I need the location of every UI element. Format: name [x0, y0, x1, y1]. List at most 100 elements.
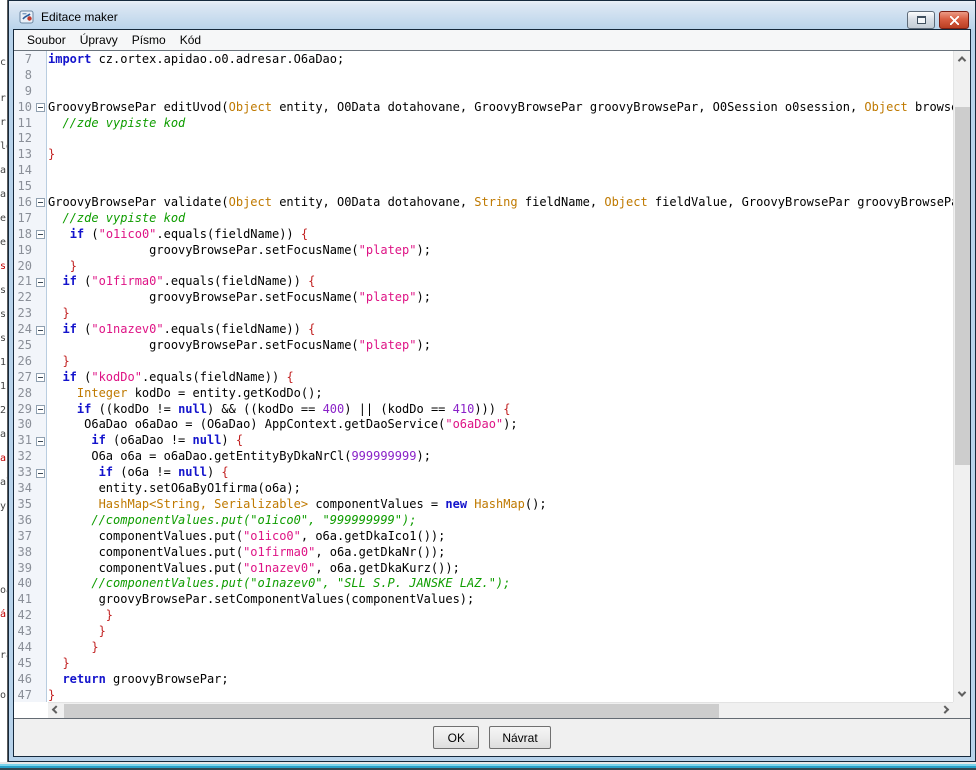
code-text[interactable]: }: [48, 354, 70, 370]
code-text[interactable]: if (o6aDao != null) {: [48, 433, 243, 449]
code-line[interactable]: 47}: [14, 688, 953, 702]
vertical-scrollbar[interactable]: [953, 51, 970, 702]
code-text[interactable]: }: [48, 640, 99, 656]
fold-collapse-icon[interactable]: [36, 103, 45, 112]
fold-collapse-icon[interactable]: [36, 373, 45, 382]
code-line[interactable]: 21 if ("o1firma0".equals(fieldName)) {: [14, 274, 953, 290]
code-line[interactable]: 38 componentValues.put("o1firma0", o6a.g…: [14, 545, 953, 561]
code-text[interactable]: if ("o1ico0".equals(fieldName)) {: [48, 227, 308, 243]
code-line[interactable]: 43 }: [14, 624, 953, 640]
code-line[interactable]: 17 //zde vypiste kod: [14, 211, 953, 227]
fold-collapse-icon[interactable]: [36, 405, 45, 414]
code-line[interactable]: 36 //componentValues.put("o1ico0", "9999…: [14, 513, 953, 529]
code-text[interactable]: }: [48, 147, 55, 163]
close-button[interactable]: [939, 11, 969, 29]
code-text[interactable]: }: [48, 259, 77, 275]
code-line[interactable]: 35 HashMap<String, Serializable> compone…: [14, 497, 953, 513]
code-text[interactable]: groovyBrowsePar.setFocusName("platep");: [48, 290, 431, 306]
app-icon[interactable]: [19, 9, 35, 25]
code-line[interactable]: 19 groovyBrowsePar.setFocusName("platep"…: [14, 243, 953, 259]
code-text[interactable]: }: [48, 608, 113, 624]
code-line[interactable]: 27 if ("kodDo".equals(fieldName)) {: [14, 370, 953, 386]
code-text[interactable]: Integer kodDo = entity.getKodDo();: [48, 386, 323, 402]
scroll-down-button[interactable]: [954, 686, 970, 702]
code-line[interactable]: 30 O6aDao o6aDao = (O6aDao) AppContext.g…: [14, 417, 953, 433]
menu-item-pismo[interactable]: Písmo: [125, 31, 173, 49]
fold-collapse-icon[interactable]: [36, 198, 45, 207]
code-line[interactable]: 20 }: [14, 259, 953, 275]
code-line[interactable]: 24 if ("o1nazev0".equals(fieldName)) {: [14, 322, 953, 338]
code-line[interactable]: 34 entity.setO6aByO1firma(o6a);: [14, 481, 953, 497]
code-text[interactable]: groovyBrowsePar.setFocusName("platep");: [48, 243, 431, 259]
code-line[interactable]: 11 //zde vypiste kod: [14, 116, 953, 132]
code-line[interactable]: 8: [14, 68, 953, 84]
code-text[interactable]: return groovyBrowsePar;: [48, 672, 229, 688]
titlebar[interactable]: Editace maker: [13, 5, 971, 29]
fold-collapse-icon[interactable]: [36, 469, 45, 478]
code-line[interactable]: 23 }: [14, 306, 953, 322]
vertical-scrollbar-thumb[interactable]: [955, 107, 970, 465]
horizontal-scrollbar[interactable]: [48, 702, 953, 718]
code-text[interactable]: GroovyBrowsePar editUvod(Object entity, …: [48, 100, 953, 116]
menu-item-kod[interactable]: Kód: [173, 31, 208, 49]
horizontal-scrollbar-thumb[interactable]: [64, 704, 719, 718]
code-text[interactable]: import cz.ortex.apidao.o0.adresar.O6aDao…: [48, 52, 344, 68]
code-line[interactable]: 40 //componentValues.put("o1nazev0", "SL…: [14, 576, 953, 592]
code-text[interactable]: //zde vypiste kod: [48, 211, 185, 227]
code-line[interactable]: 16GroovyBrowsePar validate(Object entity…: [14, 195, 953, 211]
code-line[interactable]: 41 groovyBrowsePar.setComponentValues(co…: [14, 592, 953, 608]
code-text[interactable]: if ("kodDo".equals(fieldName)) {: [48, 370, 294, 386]
code-text[interactable]: GroovyBrowsePar validate(Object entity, …: [48, 195, 953, 211]
code-text[interactable]: groovyBrowsePar.setComponentValues(compo…: [48, 592, 474, 608]
code-line[interactable]: 39 componentValues.put("o1nazev0", o6a.g…: [14, 561, 953, 577]
fold-collapse-icon[interactable]: [36, 278, 45, 287]
code-text[interactable]: componentValues.put("o1ico0", o6a.getDka…: [48, 529, 445, 545]
code-line[interactable]: 15: [14, 179, 953, 195]
code-line[interactable]: 14: [14, 163, 953, 179]
code-text[interactable]: if (o6a != null) {: [48, 465, 229, 481]
menu-item-upravy[interactable]: Úpravy: [73, 31, 125, 49]
code-line[interactable]: 29 if ((kodDo != null) && ((kodDo == 400…: [14, 402, 953, 418]
code-viewport[interactable]: 7import cz.ortex.apidao.o0.adresar.O6aDa…: [14, 51, 953, 702]
code-line[interactable]: 22 groovyBrowsePar.setFocusName("platep"…: [14, 290, 953, 306]
fold-collapse-icon[interactable]: [36, 437, 45, 446]
code-text[interactable]: groovyBrowsePar.setFocusName("platep");: [48, 338, 431, 354]
code-text[interactable]: HashMap<String, Serializable> componentV…: [48, 497, 547, 513]
navrat-button[interactable]: Návrat: [489, 726, 550, 749]
ok-button[interactable]: OK: [433, 726, 479, 749]
scroll-left-button[interactable]: [48, 703, 64, 718]
code-line[interactable]: 45 }: [14, 656, 953, 672]
maximize-button[interactable]: [907, 11, 935, 29]
scroll-right-button[interactable]: [937, 703, 953, 718]
code-line[interactable]: 10GroovyBrowsePar editUvod(Object entity…: [14, 100, 953, 116]
code-text[interactable]: }: [48, 656, 70, 672]
code-line[interactable]: 18 if ("o1ico0".equals(fieldName)) {: [14, 227, 953, 243]
code-text[interactable]: }: [48, 688, 55, 702]
code-text[interactable]: componentValues.put("o1firma0", o6a.getD…: [48, 545, 445, 561]
code-line[interactable]: 42 }: [14, 608, 953, 624]
code-line[interactable]: 33 if (o6a != null) {: [14, 465, 953, 481]
code-text[interactable]: if ((kodDo != null) && ((kodDo == 400) |…: [48, 402, 510, 418]
code-text[interactable]: O6aDao o6aDao = (O6aDao) AppContext.getD…: [48, 417, 518, 433]
code-text[interactable]: O6a o6a = o6aDao.getEntityByDkaNrCl(9999…: [48, 449, 431, 465]
code-line[interactable]: 32 O6a o6a = o6aDao.getEntityByDkaNrCl(9…: [14, 449, 953, 465]
code-text[interactable]: }: [48, 306, 70, 322]
code-text[interactable]: if ("o1firma0".equals(fieldName)) {: [48, 274, 315, 290]
code-text[interactable]: //componentValues.put("o1ico0", "9999999…: [48, 513, 416, 529]
code-text[interactable]: //componentValues.put("o1nazev0", "SLL S…: [48, 576, 510, 592]
code-line[interactable]: 37 componentValues.put("o1ico0", o6a.get…: [14, 529, 953, 545]
code-line[interactable]: 28 Integer kodDo = entity.getKodDo();: [14, 386, 953, 402]
code-text[interactable]: //zde vypiste kod: [48, 116, 185, 132]
code-text[interactable]: entity.setO6aByO1firma(o6a);: [48, 481, 301, 497]
code-line[interactable]: 13}: [14, 147, 953, 163]
code-line[interactable]: 9: [14, 84, 953, 100]
code-text[interactable]: componentValues.put("o1nazev0", o6a.getD…: [48, 561, 460, 577]
code-line[interactable]: 7import cz.ortex.apidao.o0.adresar.O6aDa…: [14, 52, 953, 68]
fold-collapse-icon[interactable]: [36, 230, 45, 239]
code-line[interactable]: 31 if (o6aDao != null) {: [14, 433, 953, 449]
code-text[interactable]: if ("o1nazev0".equals(fieldName)) {: [48, 322, 315, 338]
code-text[interactable]: }: [48, 624, 106, 640]
code-line[interactable]: 46 return groovyBrowsePar;: [14, 672, 953, 688]
menu-item-soubor[interactable]: Soubor: [20, 31, 73, 49]
fold-collapse-icon[interactable]: [36, 326, 45, 335]
